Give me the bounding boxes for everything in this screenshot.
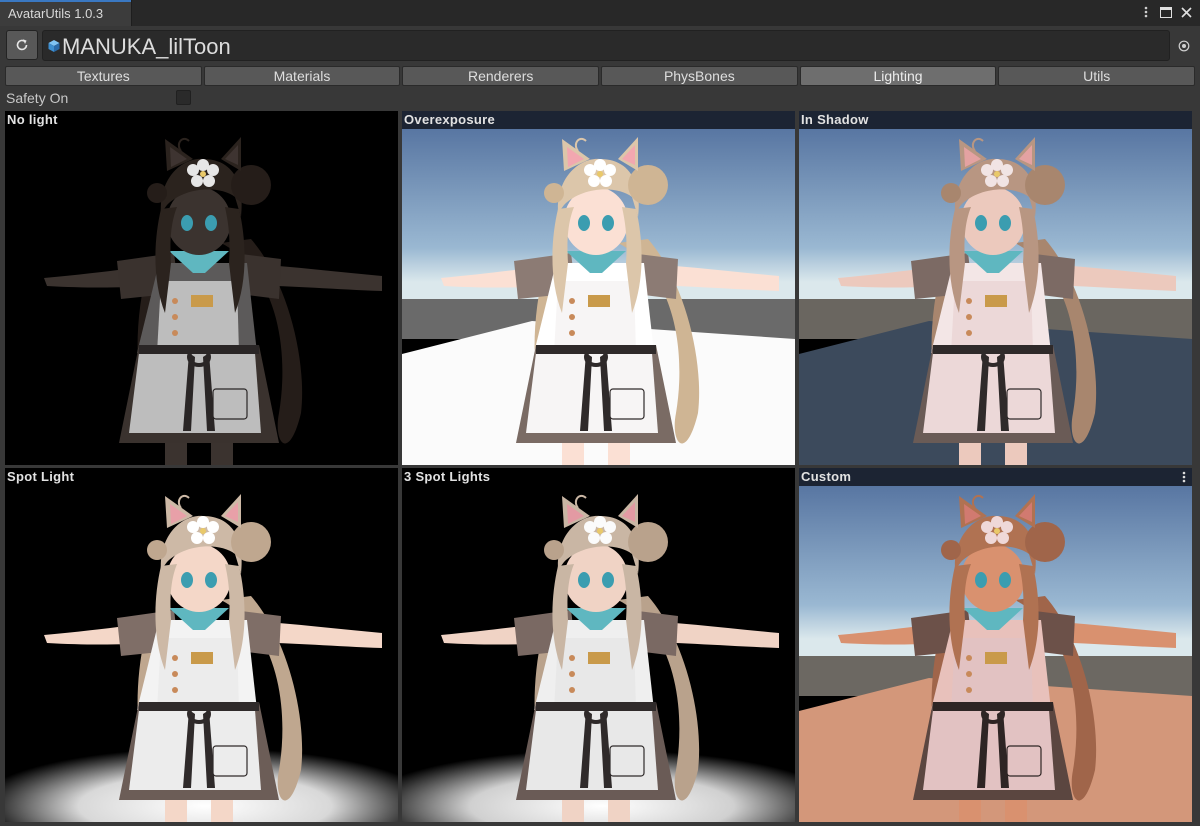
- tab-lighting[interactable]: Lighting: [799, 66, 997, 86]
- preview-in-shadow: In Shadow: [799, 111, 1192, 465]
- object-picker-button[interactable]: [1172, 30, 1196, 61]
- preview-label: Custom: [799, 468, 1192, 486]
- preview-label: 3 Spot Lights: [404, 469, 491, 484]
- more-options-icon[interactable]: [1182, 470, 1186, 484]
- safety-label: Safety On: [6, 90, 69, 106]
- preview-no-light: No light: [5, 111, 398, 465]
- preview-label: Spot Light: [7, 469, 75, 484]
- window-titlebar: AvatarUtils 1.0.3: [0, 0, 1200, 26]
- avatar-render: [838, 137, 1176, 465]
- avatar-render: [838, 494, 1176, 822]
- preview-custom: Custom: [799, 468, 1192, 822]
- tab-utils[interactable]: Utils: [998, 66, 1196, 86]
- tab-materials[interactable]: Materials: [203, 66, 401, 86]
- avatar-render: [44, 494, 382, 822]
- refresh-icon: [16, 39, 28, 51]
- more-options-icon[interactable]: [1138, 4, 1154, 20]
- tab-renderers[interactable]: Renderers: [402, 66, 600, 86]
- preview-label: No light: [7, 112, 58, 127]
- object-picker-icon: [1178, 40, 1190, 51]
- avatar-render: [441, 494, 779, 822]
- avatar-object-field[interactable]: MANUKA_lilToon: [42, 30, 1170, 61]
- window-title: AvatarUtils 1.0.3: [8, 6, 104, 21]
- tab-textures[interactable]: Textures: [5, 66, 202, 86]
- safety-checkbox[interactable]: [176, 90, 191, 105]
- avatar-render: [441, 137, 779, 465]
- avatar-render: [44, 137, 382, 465]
- refresh-button[interactable]: [6, 30, 38, 60]
- close-icon[interactable]: [1178, 4, 1194, 20]
- preview-label: Overexposure: [402, 111, 795, 129]
- prefab-cube-icon: [48, 40, 60, 52]
- maximize-icon[interactable]: [1158, 4, 1174, 20]
- window-tab[interactable]: AvatarUtils 1.0.3: [0, 0, 132, 26]
- tab-physbones[interactable]: PhysBones: [601, 66, 798, 86]
- avatar-name: MANUKA_lilToon: [62, 34, 231, 59]
- tool-tabs: Textures Materials Renderers PhysBones L…: [5, 66, 1196, 86]
- preview-label: In Shadow: [799, 111, 1192, 129]
- preview-overexposure: Overexposure: [402, 111, 795, 465]
- preview-spot-light: Spot Light: [5, 468, 398, 822]
- preview-3-spot-lights: 3 Spot Lights: [402, 468, 795, 822]
